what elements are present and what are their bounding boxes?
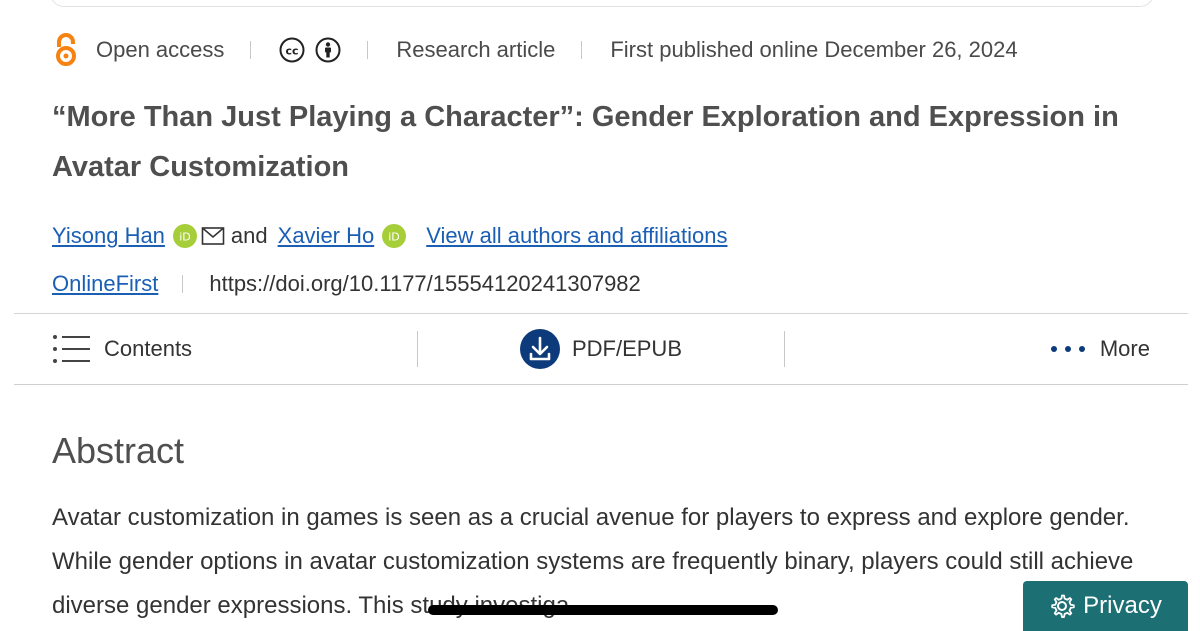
orcid-icon[interactable]: iD bbox=[172, 224, 197, 248]
more-button[interactable]: More bbox=[785, 314, 1188, 384]
doi-separator bbox=[182, 275, 184, 293]
pdf-epub-label: PDF/EPUB bbox=[571, 336, 682, 361]
hamburger-icon bbox=[53, 335, 90, 363]
open-access-label: Open access bbox=[96, 37, 225, 62]
svg-text:iD: iD bbox=[179, 231, 191, 244]
meta-separator bbox=[581, 41, 583, 59]
attribution-icon bbox=[315, 37, 341, 63]
article-title: “More Than Just Playing a Character”: Ge… bbox=[52, 101, 1119, 183]
contents-label: Contents bbox=[104, 336, 193, 361]
online-first-link[interactable]: OnlineFirst bbox=[52, 271, 158, 297]
contents-button[interactable]: Contents bbox=[14, 314, 417, 384]
doi-text: https://doi.org/10.1177/1555412024130798… bbox=[209, 271, 641, 296]
article-toolbar: Contents PDF/EPUB More bbox=[14, 313, 1188, 385]
download-icon bbox=[519, 329, 560, 369]
redaction-mark bbox=[428, 605, 778, 615]
more-label: More bbox=[1099, 336, 1150, 361]
pdf-epub-button[interactable]: PDF/EPUB bbox=[418, 314, 783, 384]
article-meta-row: Open access cc Research article First pu… bbox=[52, 30, 1172, 70]
authors-row: Yisong Han iD and Xavier Ho iD View all … bbox=[52, 216, 1172, 256]
published-date: First published online December 26, 2024 bbox=[610, 37, 1018, 62]
author-conjunction: and bbox=[230, 223, 268, 248]
privacy-label: Privacy bbox=[1083, 592, 1162, 619]
doi-row: OnlineFirst https://doi.org/10.1177/1555… bbox=[52, 264, 1172, 304]
abstract-heading: Abstract bbox=[52, 430, 185, 471]
license-icons[interactable]: cc bbox=[279, 37, 341, 63]
meta-separator bbox=[367, 41, 369, 59]
top-card-edge bbox=[50, 0, 1154, 7]
article-type: Research article bbox=[396, 37, 556, 62]
author-link-yisong-han[interactable]: Yisong Han bbox=[52, 223, 165, 249]
privacy-button[interactable]: Privacy bbox=[1023, 581, 1188, 631]
author-link-xavier-ho[interactable]: Xavier Ho bbox=[278, 223, 375, 249]
more-dots-icon bbox=[1050, 346, 1085, 352]
mail-icon[interactable] bbox=[201, 226, 225, 246]
svg-text:cc: cc bbox=[286, 45, 299, 58]
open-access-icon bbox=[52, 33, 80, 67]
svg-text:iD: iD bbox=[388, 231, 400, 244]
gear-icon bbox=[1051, 594, 1075, 618]
orcid-icon[interactable]: iD bbox=[382, 224, 407, 248]
view-all-authors-link[interactable]: View all authors and affiliations bbox=[426, 223, 727, 249]
cc-icon: cc bbox=[279, 37, 305, 63]
meta-separator bbox=[250, 41, 252, 59]
